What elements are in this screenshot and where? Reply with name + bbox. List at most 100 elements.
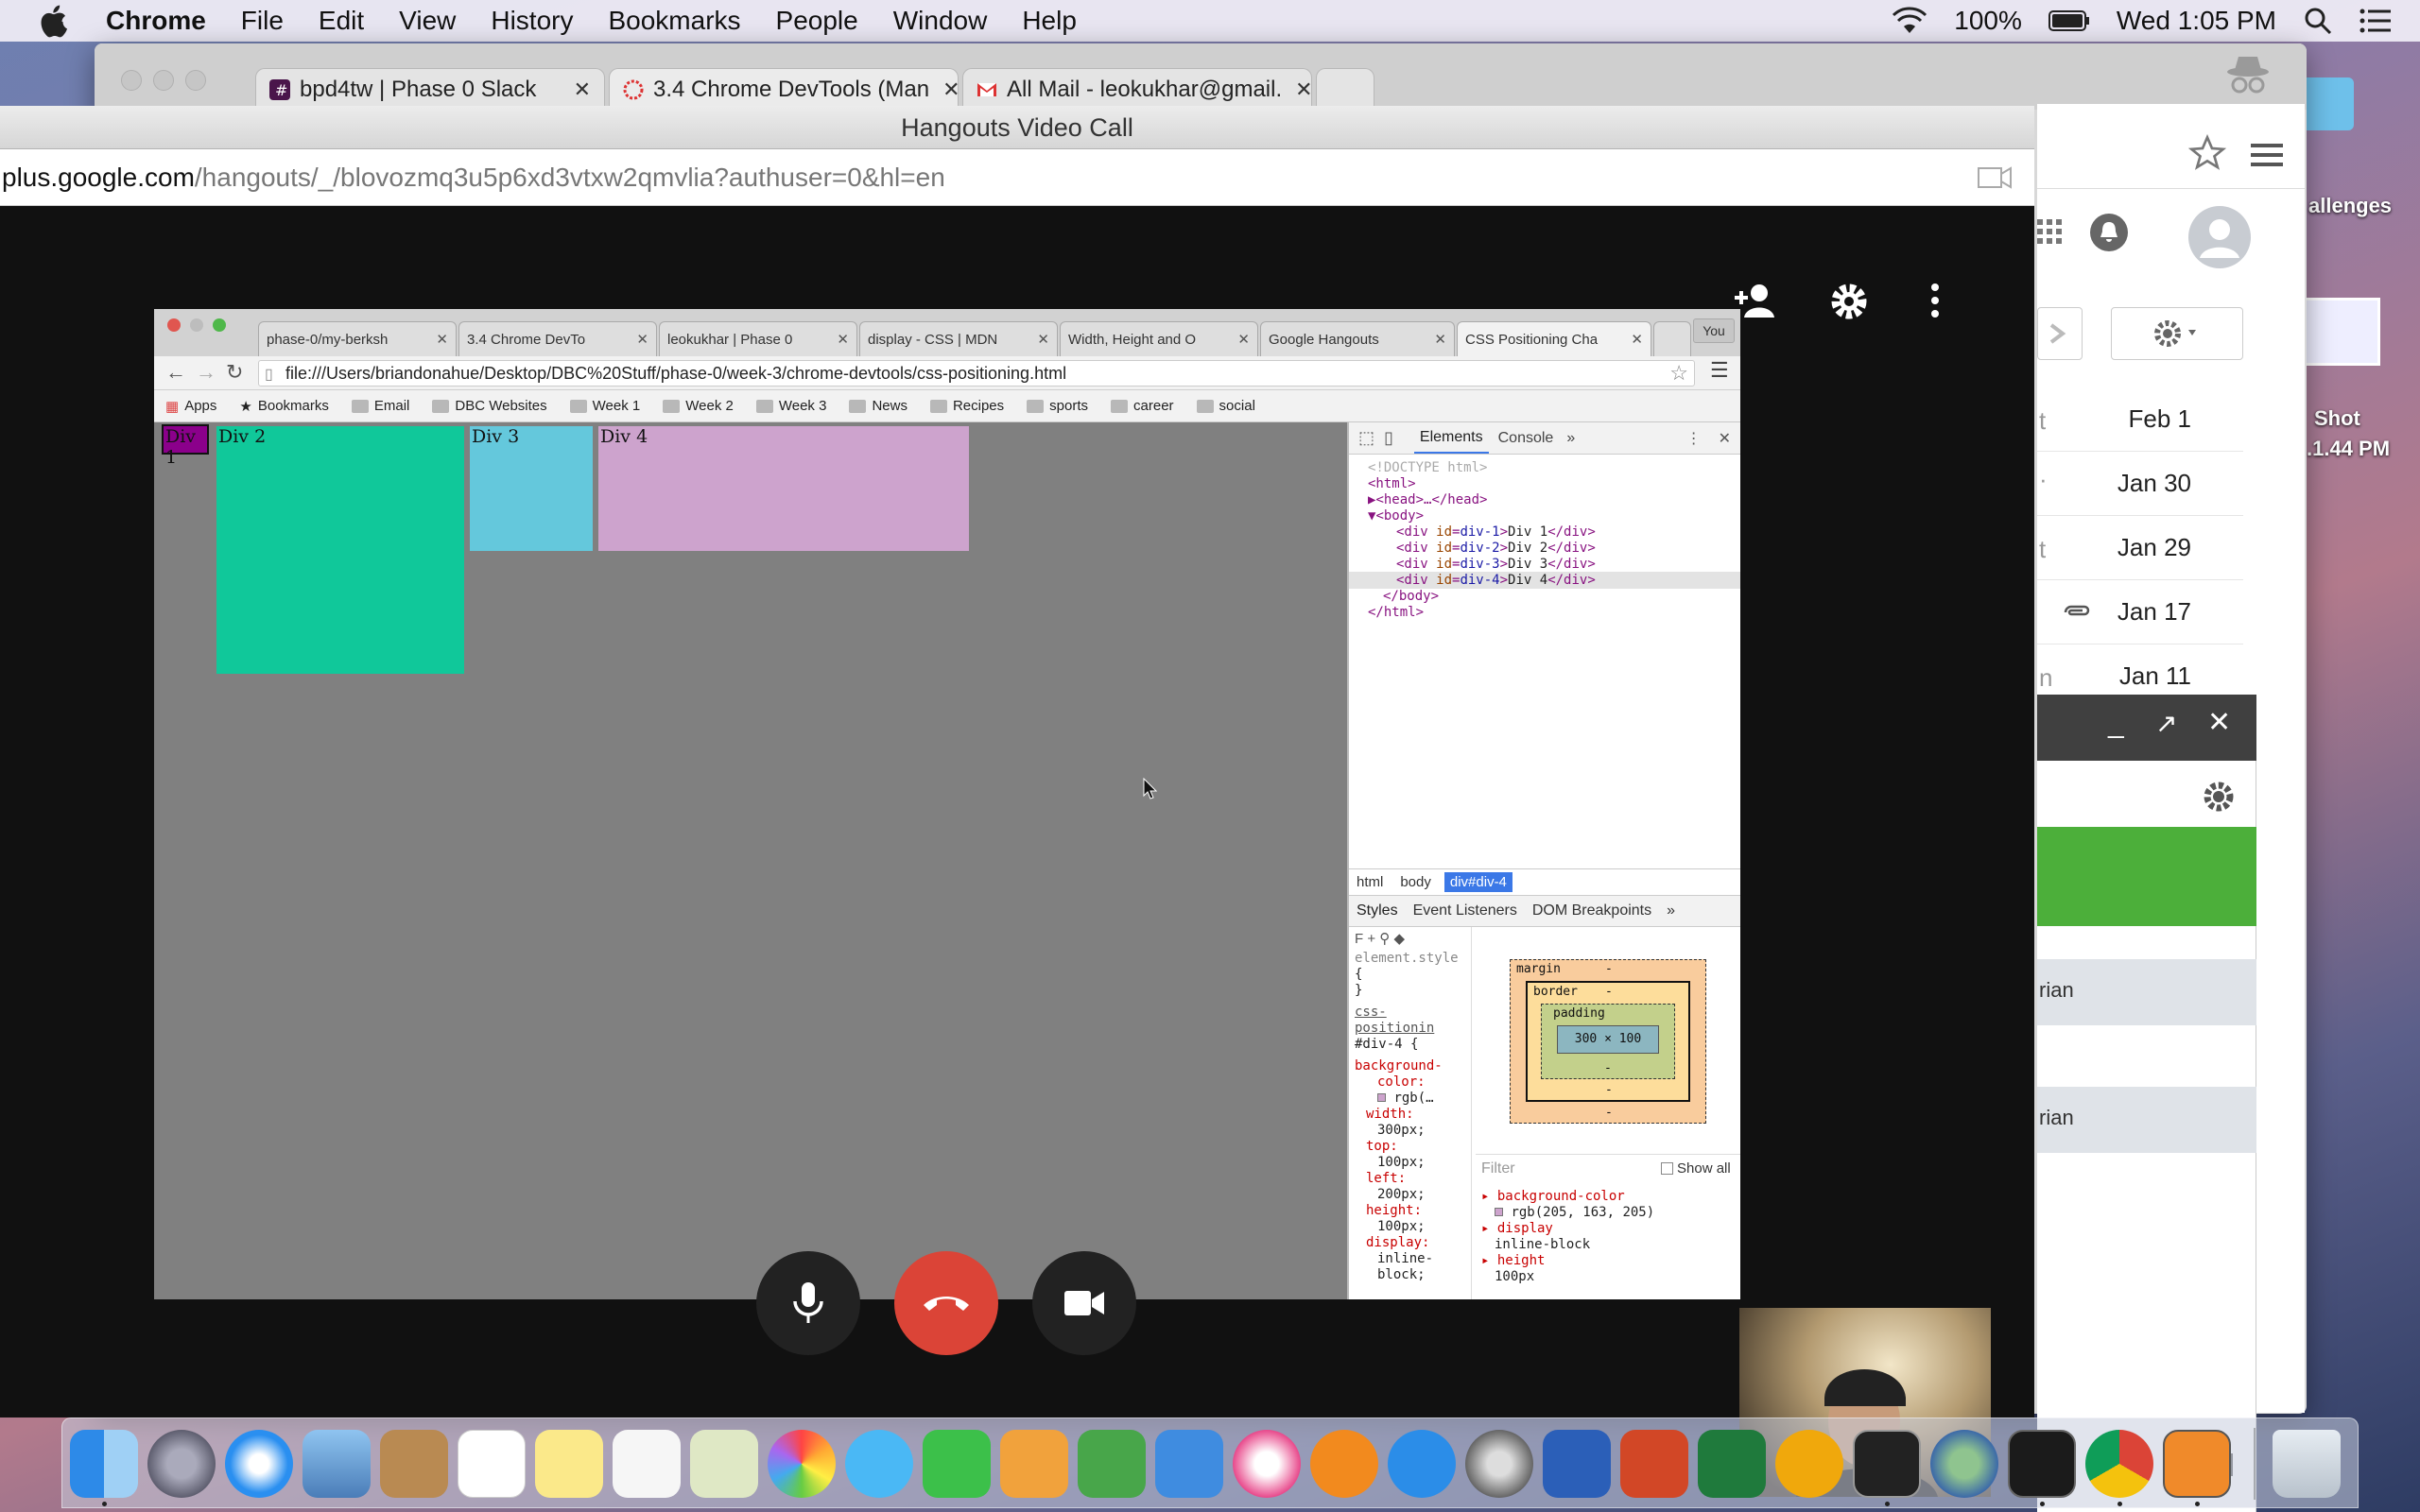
console-icon[interactable] [2008,1430,2076,1498]
chat-header[interactable]: _ ↗ ✕ [2037,695,2256,761]
trash-icon[interactable] [2273,1430,2341,1498]
device-mode-icon[interactable]: ▯ [1384,428,1393,448]
close-icon[interactable]: ✕ [631,331,648,348]
bookmark-folder[interactable]: Email [351,398,409,414]
bookmark-bookmarks[interactable]: ★ Bookmarks [239,398,328,415]
bookmark-folder[interactable]: Week 1 [569,398,640,414]
close-icon[interactable]: ✕ [1282,77,1311,102]
div-4[interactable]: Div 4 [598,426,969,551]
breadcrumb-div-4[interactable]: div#div-4 [1443,872,1512,892]
forward-icon[interactable]: → [196,360,216,385]
inspect-element-icon[interactable]: ⬚ [1358,428,1374,448]
url-bar[interactable]: plus.google.com/hangouts/_/blovozmq3u5p6… [0,149,2034,206]
css-value[interactable]: 100px; [1355,1155,1465,1171]
menu-history[interactable]: History [491,6,573,36]
css-value[interactable]: 100px; [1355,1219,1465,1235]
pin-icon[interactable]: ⚲ [1379,931,1390,947]
mute-button[interactable] [756,1251,860,1355]
ibooks-icon[interactable] [1310,1430,1378,1498]
bookmark-folder[interactable]: social [1196,398,1255,414]
contacts-icon[interactable] [380,1430,448,1498]
close-icon[interactable]: ✕ [1719,429,1731,448]
add-rule-icon[interactable]: + [1367,931,1375,947]
filter-icon[interactable]: F [1355,931,1363,947]
messages-icon[interactable] [845,1430,913,1498]
tab-devtools[interactable]: 3.4 Chrome DevTools (Man ✕ [609,68,959,110]
shared-tab-active[interactable]: CSS Positioning Cha ✕ [1457,321,1651,356]
css-value[interactable]: 200px; [1355,1187,1465,1203]
bookmark-apps[interactable]: ▦ Apps [165,398,216,415]
chrome-icon[interactable] [2085,1430,2153,1498]
menu-help[interactable]: Help [1022,6,1077,36]
dom-html-open[interactable]: <html> [1368,476,1416,491]
css-prop[interactable]: background- [1355,1058,1465,1074]
show-all-toggle[interactable]: Show all [1661,1160,1731,1177]
gear-icon[interactable] [2200,778,2238,816]
mail-row[interactable]: Jan 29 t [2037,516,2243,580]
menu-bookmarks[interactable]: Bookmarks [608,6,740,36]
mail-row[interactable]: Jan 17 [2037,580,2243,644]
dom-body-open[interactable]: <body> [1375,508,1424,524]
finder-icon[interactable] [70,1430,138,1498]
close-icon[interactable]: ✕ [1428,331,1446,348]
bookmark-folder[interactable]: Week 3 [755,398,826,414]
sublime-text-icon[interactable] [2163,1430,2231,1498]
menu-file[interactable]: File [241,6,284,36]
css-prop[interactable]: display: [1355,1235,1465,1251]
dom-div-4[interactable]: <div id=div-4>Div 4</div> [1396,573,1596,588]
notifications-bell-icon[interactable] [2089,213,2129,252]
computed-filter-input[interactable]: Filter [1481,1160,1661,1181]
tab-slack[interactable]: # bpd4tw | Phase 0 Slack ✕ [255,68,605,110]
mail-row[interactable]: Jan 30 · [2037,452,2243,516]
css-prop[interactable]: top: [1355,1139,1465,1155]
battery-icon[interactable] [2048,9,2090,32]
minimize-icon[interactable]: _ [2108,708,2124,740]
notification-center-icon[interactable] [2360,8,2392,34]
dom-div-3[interactable]: <div id=div-3>Div 3</div> [1396,557,1596,572]
more-tabs-icon[interactable]: » [1667,902,1675,919]
mail-row[interactable]: Feb 1 t [2037,387,2243,452]
settings-dropdown-button[interactable] [2111,307,2243,360]
close-icon[interactable]: ✕ [1232,331,1250,348]
terminal-icon[interactable] [1853,1430,1921,1498]
computed-prop[interactable]: ▸ display [1481,1221,1553,1236]
more-tabs-icon[interactable]: » [1566,430,1575,447]
launchpad-icon[interactable] [147,1430,216,1498]
close-icon[interactable]: ✕ [1031,331,1049,348]
dom-div-1[interactable]: <div id=div-1>Div 1</div> [1396,524,1596,540]
new-tab-button[interactable] [1653,321,1691,356]
photos-icon[interactable] [768,1430,836,1498]
bookmark-star-icon[interactable]: ☆ [1669,361,1688,386]
window-zoom-button[interactable] [185,70,206,91]
bookmark-star-icon[interactable] [2188,134,2226,172]
profile-badge[interactable]: You [1693,318,1735,343]
facetime-icon[interactable] [923,1430,991,1498]
checkbox[interactable] [1661,1162,1673,1175]
tab-console[interactable]: Console [1498,430,1554,447]
bookmark-folder[interactable]: DBC Websites [432,398,547,414]
computed-prop[interactable]: ▸ background-color [1481,1189,1625,1204]
avatar[interactable] [2188,206,2251,268]
itunes-icon[interactable] [1233,1430,1301,1498]
tab-styles[interactable]: Styles [1357,902,1398,919]
css-prop[interactable]: left: [1355,1171,1465,1187]
bookmark-folder[interactable]: Recipes [929,398,1004,414]
shared-tab[interactable]: leokukhar | Phase 0 ✕ [659,321,857,356]
stylesheet-link[interactable]: css-positionin [1355,1005,1465,1037]
div-3[interactable]: Div 3 [470,426,593,551]
numbers-icon[interactable] [1078,1430,1146,1498]
bookmark-folder[interactable]: News [849,398,908,414]
clock[interactable]: Wed 1:05 PM [2117,6,2276,36]
outlook-icon[interactable] [1775,1430,1843,1498]
window-close-button[interactable] [121,70,142,91]
color-format-icon[interactable]: ◆ [1393,931,1405,947]
window-minimize-button[interactable] [190,318,203,332]
css-prop[interactable]: width: [1355,1107,1465,1123]
back-icon[interactable]: ← [165,360,186,385]
bookmark-folder[interactable]: Week 2 [663,398,734,414]
window-close-button[interactable] [167,318,181,332]
tab-dom-breakpoints[interactable]: DOM Breakpoints [1532,902,1651,919]
box-margin[interactable]: margin - - border - - padding - 300 × 10… [1510,959,1706,1124]
excel-icon[interactable] [1698,1430,1766,1498]
shared-tab[interactable]: Width, Height and O ✕ [1060,321,1258,356]
